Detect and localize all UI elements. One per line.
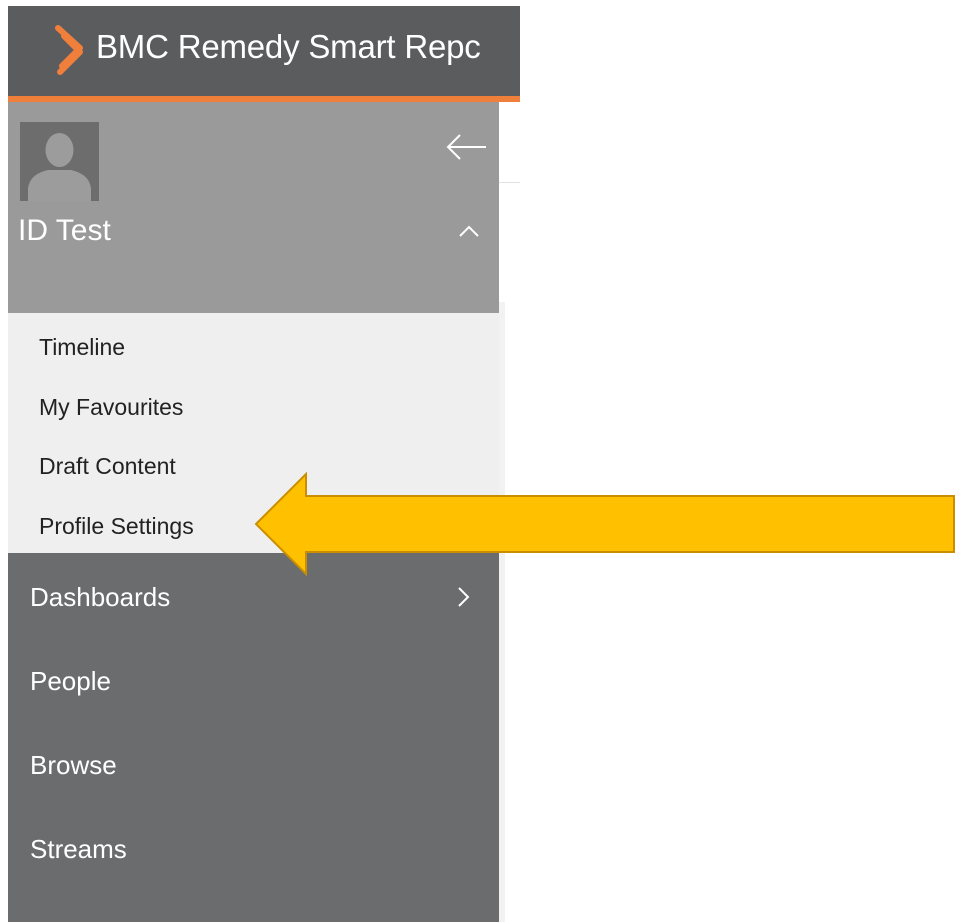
chevron-right-icon[interactable] [456,586,470,608]
app-title: BMC Remedy Smart Repc [96,28,481,65]
avatar[interactable] [20,122,99,201]
submenu-item-draft-content[interactable]: Draft Content [39,453,176,480]
nav-item-browse[interactable]: Browse [30,750,117,781]
bmc-logo-icon [55,25,83,75]
content-divider [499,182,520,183]
user-name[interactable]: ID Test [18,214,111,248]
sidebar-scroll-edge [499,302,505,922]
submenu-item-profile-settings[interactable]: Profile Settings [39,513,194,540]
arrow-left-icon[interactable] [444,132,488,162]
chevron-up-icon[interactable] [458,224,480,238]
submenu-item-my-favourites[interactable]: My Favourites [39,394,183,421]
submenu-item-timeline[interactable]: Timeline [39,334,125,361]
callout-arrow-left-icon [254,471,955,577]
nav-item-people[interactable]: People [30,666,111,697]
app-window: BMC Remedy Smart Repc ID Test Timeline M [8,6,520,922]
nav-item-streams[interactable]: Streams [30,834,127,865]
top-bar: BMC Remedy Smart Repc [8,6,520,102]
profile-panel: ID Test [8,102,499,313]
nav-item-dashboards[interactable]: Dashboards [30,582,170,613]
user-silhouette-icon [20,122,99,201]
